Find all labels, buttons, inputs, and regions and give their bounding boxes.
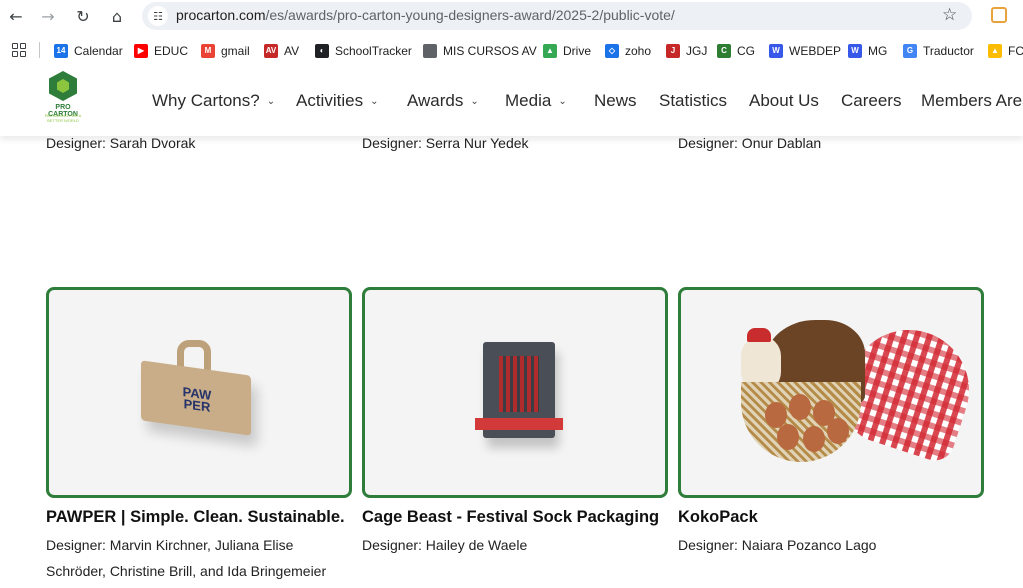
calendar-icon: 14 — [54, 43, 68, 58]
product-image-hen-comb — [747, 328, 771, 342]
bookmark-label: AV — [284, 43, 300, 58]
folder-icon — [423, 43, 437, 58]
apps-grid-icon[interactable] — [12, 43, 26, 57]
schooltracker-icon: ◐ — [315, 43, 329, 58]
nav-item-about-us[interactable]: About Us — [749, 91, 819, 111]
wordpress-icon: W — [848, 43, 862, 58]
entry-title[interactable]: Cage Beast - Festival Sock Packaging — [362, 508, 659, 527]
product-image-band — [475, 418, 563, 430]
nav-label: News — [594, 91, 637, 110]
back-icon[interactable]: ← — [4, 4, 28, 28]
bookmark-fc[interactable]: ▲ FC — [988, 42, 1023, 59]
egg — [777, 424, 799, 450]
nav-item-why-cartons[interactable]: Why Cartons? ⌄ — [152, 91, 275, 111]
entry-title[interactable]: KokoPack — [678, 508, 758, 527]
bookmark-label: Calendar — [74, 43, 123, 58]
bookmark-mg[interactable]: W MG — [848, 42, 887, 59]
product-image-detail — [499, 356, 539, 412]
nav-item-activities[interactable]: Activities ⌄ — [296, 91, 378, 111]
entry-title[interactable]: PAWPER | Simple. Clean. Sustainable. — [46, 508, 345, 527]
bookmark-label: MG — [868, 43, 888, 58]
bookmark-webdep[interactable]: W WEBDEP — [769, 42, 841, 59]
nav-label: Media — [505, 91, 552, 110]
wordpress-icon: W — [769, 43, 783, 58]
entry-card-cage-beast[interactable] — [362, 287, 668, 498]
url-host: procarton.com — [176, 7, 266, 23]
chevron-down-icon: ⌄ — [558, 95, 567, 107]
bookmark-traductor[interactable]: G Traductor — [903, 42, 974, 59]
forward-icon[interactable]: → — [36, 4, 60, 28]
bookmark-label: SchoolTracker — [335, 43, 412, 58]
bookmark-drive[interactable]: ▲ Drive — [543, 42, 591, 59]
bookmark-av[interactable]: AV AV — [264, 42, 299, 59]
egg — [803, 426, 825, 452]
bookmark-gmail[interactable]: Mgmail — [201, 42, 250, 59]
bookmark-calendar[interactable]: 14 Calendar — [54, 42, 123, 59]
logo-mark-icon — [49, 71, 77, 101]
bookmark-educ[interactable]: ▶ EDUC — [134, 42, 188, 59]
reload-icon[interactable]: ↻ — [71, 4, 95, 28]
nav-label: Careers — [841, 91, 902, 110]
translate-icon: G — [903, 43, 917, 58]
extension-icon[interactable] — [991, 7, 1007, 23]
bookmark-label: zoho — [625, 43, 652, 58]
nav-label: Statistics — [659, 91, 728, 110]
youtube-icon: ▶ — [134, 43, 148, 58]
egg — [827, 418, 849, 444]
browser-toolbar: ← → ↻ ⌂ ☷ procarton.com/es/awards/pro-ca… — [0, 0, 1023, 32]
designer-text: Designer: Naiara Pozanco Lago — [678, 537, 877, 553]
designer-text: Schröder, Christine Brill, and Ida Bring… — [46, 563, 327, 579]
site-header: PRO CARTON PACKAGING FOR A BETTER WORLD … — [0, 66, 1023, 136]
nav-item-members-area[interactable]: Members Area — [921, 91, 1023, 111]
url-text[interactable]: procarton.com/es/awards/pro-carton-young… — [176, 7, 675, 23]
bookmark-label: CG — [737, 43, 755, 58]
bookmark-zoho[interactable]: ◇ zoho — [605, 42, 651, 59]
egg — [789, 394, 811, 420]
site-info-icon[interactable]: ☷ — [148, 6, 168, 26]
gmail-icon: M — [201, 43, 215, 58]
bookmark-jgj[interactable]: J JGJ — [666, 42, 707, 59]
bookmark-label: Drive — [563, 43, 592, 58]
bookmark-schooltracker[interactable]: ◐ SchoolTracker — [315, 42, 412, 59]
bookmark-label: JGJ — [686, 43, 708, 58]
chevron-down-icon: ⌄ — [470, 95, 479, 107]
drive-icon: ▲ — [543, 43, 557, 58]
bookmark-mis-cursos-av[interactable]: MIS CURSOS AV — [423, 42, 537, 59]
bookmark-label: gmail — [221, 43, 250, 58]
nav-label: Why Cartons? — [152, 91, 260, 110]
designer-text: Designer: Hailey de Waele — [362, 537, 528, 553]
drive-icon: ▲ — [988, 43, 1002, 58]
designer-text: Designer: Marvin Kirchner, Juliana Elise — [46, 537, 294, 553]
bookmarks-divider — [39, 42, 40, 58]
bookmarks-bar: 14 Calendar ▶ EDUC Mgmail AV AV ◐ SchoolTracker M… — [0, 37, 1023, 63]
home-icon[interactable]: ⌂ — [105, 4, 129, 28]
zoho-icon: ◇ — [605, 43, 619, 58]
entry-card-kokopack[interactable] — [678, 287, 984, 498]
bookmark-label: FC — [1008, 43, 1023, 58]
nav-label: Awards — [407, 91, 464, 110]
nav-label: About Us — [749, 91, 819, 110]
jgj-icon: J — [666, 43, 680, 58]
pro-carton-logo[interactable]: PRO CARTON PACKAGING FOR A BETTER WORLD — [40, 71, 86, 123]
nav-item-statistics[interactable]: Statistics — [659, 91, 727, 111]
chevron-down-icon: ⌄ — [266, 95, 276, 107]
cg-icon: C — [717, 43, 731, 58]
logo-tagline: PACKAGING FOR A BETTER WORLD — [44, 113, 82, 123]
nav-item-media[interactable]: Media ⌄ — [505, 91, 567, 111]
bookmark-label: MIS CURSOS AV — [443, 43, 537, 58]
nav-label: Activities — [296, 91, 364, 110]
nav-item-careers[interactable]: Careers — [841, 91, 901, 111]
bookmark-cg[interactable]: C CG — [717, 42, 755, 59]
nav-item-news[interactable]: News — [594, 91, 637, 111]
url-path: /es/awards/pro-carton-young-designers-aw… — [265, 7, 675, 23]
bookmark-star-icon[interactable]: ☆ — [942, 5, 957, 25]
nav-label: Members Area — [921, 91, 1023, 110]
bookmark-label: Traductor — [923, 43, 974, 58]
nav-item-awards[interactable]: Awards ⌄ — [407, 91, 479, 111]
bookmark-label: EDUC — [154, 43, 189, 58]
chevron-down-icon: ⌄ — [370, 95, 379, 107]
av-icon: AV — [264, 43, 278, 58]
bookmark-label: WEBDEP — [789, 43, 842, 58]
entry-card-pawper[interactable]: PAW PER — [46, 287, 352, 498]
